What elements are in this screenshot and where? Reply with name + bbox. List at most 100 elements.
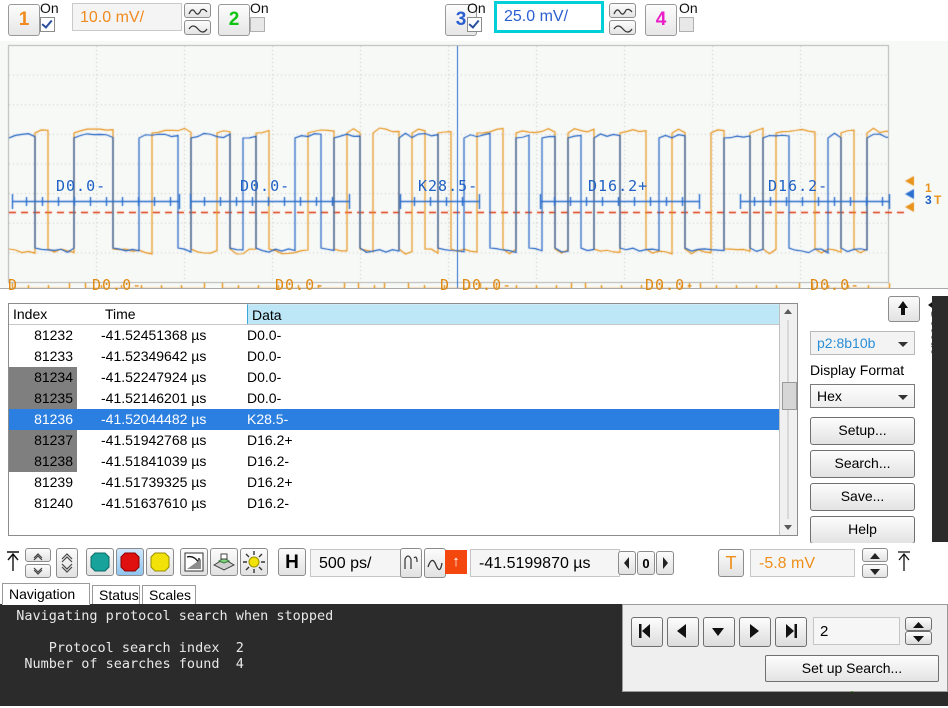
search-index-up-button[interactable] <box>905 617 932 631</box>
decode-label-orange-0: D <box>8 276 18 294</box>
channel-4-checkbox[interactable] <box>679 17 694 32</box>
channel-1-scale-field[interactable]: 10.0 mV/ <box>72 3 182 31</box>
channel-1-on-label: On <box>40 1 68 16</box>
channel-1-ac-coupling-icon[interactable] <box>184 3 211 18</box>
channel-3-checkbox[interactable] <box>467 17 482 32</box>
offset-down-button[interactable] <box>25 564 51 578</box>
cell-index: 81240 <box>9 493 77 514</box>
timebase-mode-icon-1[interactable] <box>400 548 422 578</box>
table-row[interactable]: 81238-41.51841039 µsD16.2- <box>9 451 781 472</box>
channel-1-button[interactable]: 1 <box>8 4 40 36</box>
delay-zero-button[interactable]: 0 <box>637 551 655 575</box>
cell-data: D0.0- <box>247 367 281 388</box>
tab-scales[interactable]: Scales <box>142 585 196 605</box>
table-row[interactable]: 81235-41.52146201 µsD0.0- <box>9 388 781 409</box>
trigger-offset-icon[interactable] <box>897 551 911 578</box>
search-index-down-button[interactable] <box>905 631 932 645</box>
previous-button[interactable] <box>667 617 699 647</box>
navigation-console: Navigating protocol search when stopped … <box>0 604 622 692</box>
display-brightness-icon[interactable] <box>240 548 268 576</box>
display-format-select[interactable]: Hex <box>810 384 915 408</box>
timebase-field[interactable]: 500 ps/ <box>310 549 410 577</box>
print-icon[interactable] <box>210 548 238 576</box>
go-to-last-button[interactable] <box>775 617 807 647</box>
column-header-index[interactable]: Index <box>9 304 101 324</box>
run-button[interactable] <box>86 548 114 576</box>
tab-status[interactable]: Status <box>92 585 140 605</box>
channel-4-button[interactable]: 4 <box>645 4 677 36</box>
cell-time: -41.52247924 µs <box>101 367 236 388</box>
offset-double-arrow-button[interactable] <box>56 548 78 578</box>
waveform-display[interactable]: D0.0- D0.0- K28.5- D16.2+ D16.2- D D0.0-… <box>0 41 948 289</box>
channel-4-on-label: On <box>679 1 707 16</box>
channel-3-ac-coupling-icon[interactable] <box>609 3 636 18</box>
panel-scroll-up-button[interactable] <box>888 296 920 322</box>
delay-field[interactable]: -41.5199870 µs <box>470 549 620 577</box>
tab-strip: Navigation Status Scales <box>0 583 948 605</box>
channel-1-checkbox[interactable] <box>40 17 55 32</box>
save-button[interactable]: Save... <box>810 483 915 511</box>
set-up-search-button[interactable]: Set up Search... <box>765 655 939 682</box>
channel-3-scale-field[interactable]: 25.0 mV/ <box>494 1 604 33</box>
scroll-up-icon[interactable] <box>780 304 796 320</box>
channel-3-wave-buttons <box>609 3 636 37</box>
setup-button[interactable]: Setup... <box>810 417 915 445</box>
table-row[interactable]: 81239-41.51739325 µsD16.2+ <box>9 472 781 493</box>
protocol-select[interactable]: p2:8b10b <box>810 331 915 355</box>
waveform-canvas[interactable] <box>0 41 948 288</box>
down-button[interactable] <box>703 617 735 647</box>
channel-4-on-group[interactable]: On <box>679 1 707 32</box>
channel-2-checkbox[interactable] <box>250 17 265 32</box>
channel-1-on-group[interactable]: On <box>40 1 68 32</box>
timebase-mode-icon-2[interactable] <box>424 548 446 578</box>
single-button[interactable] <box>146 548 174 576</box>
table-body[interactable]: 81232-41.52451368 µsD0.0-81233-41.523496… <box>9 325 781 535</box>
cell-data: D16.2- <box>247 451 289 472</box>
trigger-level-down-button[interactable] <box>862 564 888 578</box>
marker-channel-3[interactable]: 3 <box>925 193 932 207</box>
channel-3-on-label: On <box>467 1 495 16</box>
channel-1-dc-coupling-icon[interactable] <box>184 20 211 35</box>
decode-label-blue-3: D16.2+ <box>588 177 648 195</box>
trigger-level-up-button[interactable] <box>862 548 888 562</box>
delay-position-icon[interactable]: ↑ <box>445 550 467 574</box>
column-header-time[interactable]: Time <box>101 304 247 324</box>
decode-label-blue-2: K28.5- <box>418 177 478 195</box>
marker-trigger[interactable]: T <box>934 193 941 207</box>
display-format-label: Display Format <box>810 362 904 378</box>
trigger-icon[interactable]: T <box>718 549 744 577</box>
stop-button[interactable] <box>116 548 144 576</box>
go-to-first-button[interactable] <box>631 617 663 647</box>
search-button[interactable]: Search... <box>810 450 915 478</box>
cell-time: -41.51942768 µs <box>101 430 236 451</box>
delay-prev-button[interactable] <box>618 551 636 575</box>
next-button[interactable] <box>739 617 771 647</box>
table-row[interactable]: 81236-41.52044482 µsK28.5- <box>9 409 781 430</box>
cell-index: 81235 <box>9 388 77 409</box>
scroll-down-icon[interactable] <box>780 519 796 535</box>
horizontal-icon[interactable]: H <box>278 548 306 576</box>
autoscale-icon[interactable] <box>180 548 208 576</box>
cell-index: 81239 <box>9 472 77 493</box>
channel-2-on-group[interactable]: On <box>250 1 278 32</box>
cell-data: D16.2+ <box>247 472 293 493</box>
tab-navigation[interactable]: Navigation <box>2 583 90 605</box>
table-scrollbar[interactable] <box>779 304 797 535</box>
scrollbar-thumb[interactable] <box>782 382 797 410</box>
decode-results-table[interactable]: Index Time Data 81232-41.52451368 µsD0.0… <box>8 303 798 536</box>
channel-2-button[interactable]: 2 <box>218 4 250 36</box>
trigger-level-field[interactable]: -5.8 mV <box>750 549 855 577</box>
table-row[interactable]: 81237-41.51942768 µsD16.2+ <box>9 430 781 451</box>
scrollbar-track <box>787 320 789 520</box>
channel-3-on-group[interactable]: On <box>467 1 495 32</box>
table-row[interactable]: 81232-41.52451368 µsD0.0- <box>9 325 781 346</box>
search-index-field[interactable]: 2 <box>813 617 900 645</box>
table-row[interactable]: 81234-41.52247924 µsD0.0- <box>9 367 781 388</box>
table-row[interactable]: 81240-41.51637610 µsD16.2- <box>9 493 781 514</box>
delay-next-button[interactable] <box>656 551 674 575</box>
column-header-data[interactable]: Data <box>247 304 781 324</box>
table-row[interactable]: 81233-41.52349642 µsD0.0- <box>9 346 781 367</box>
channel-3-dc-coupling-icon[interactable] <box>609 20 636 35</box>
offset-up-button[interactable] <box>25 548 51 562</box>
help-button[interactable]: Help <box>810 516 915 544</box>
